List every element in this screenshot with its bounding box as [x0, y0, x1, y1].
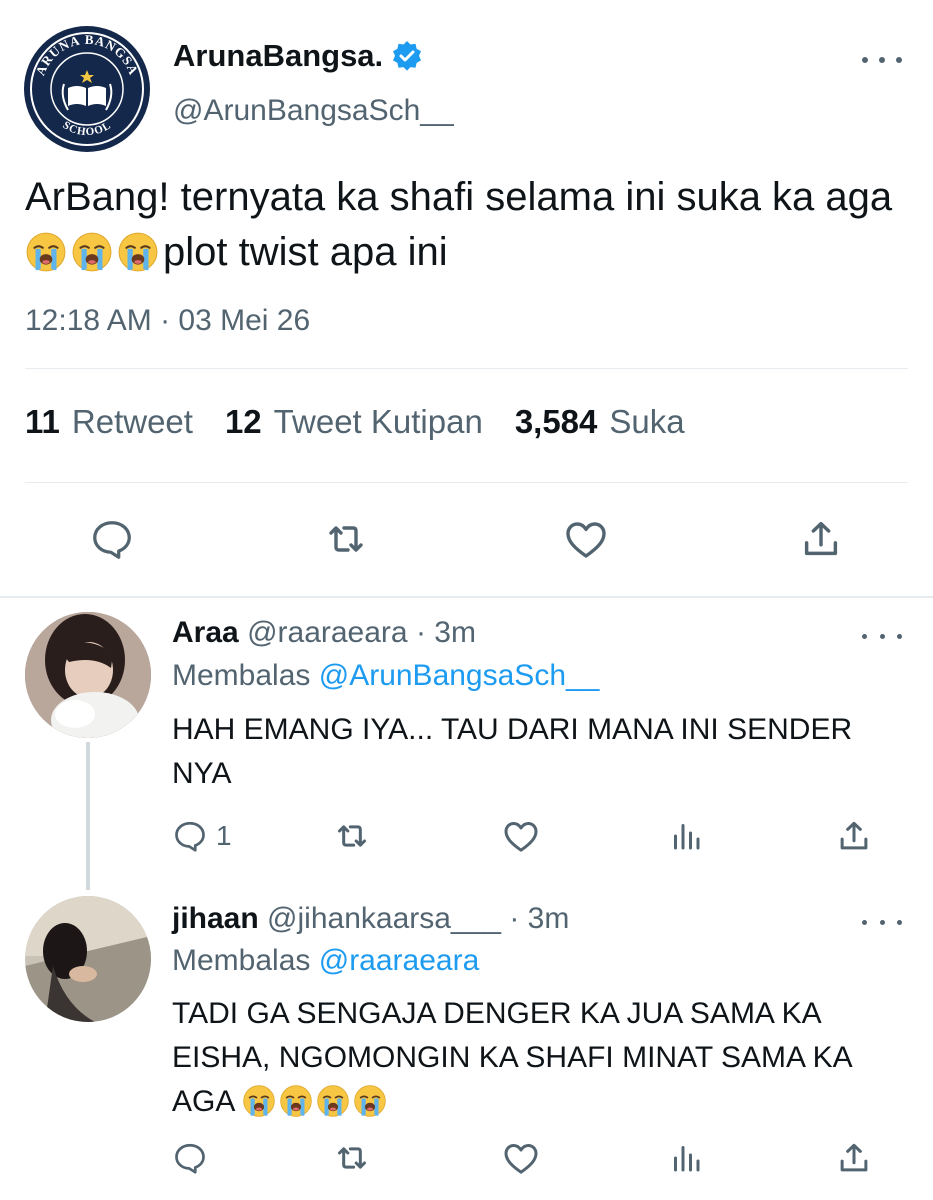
stat-retweets-count: 11 — [25, 403, 60, 440]
verified-badge-icon — [391, 40, 423, 72]
crying-face-emoji — [316, 1084, 350, 1118]
tweet-stats: 11 Retweet 12 Tweet Kutipan 3,584 Suka — [25, 403, 717, 441]
stat-retweets[interactable]: 11 Retweet — [25, 403, 193, 441]
tweet-timestamp[interactable]: 12:18 AM · 03 Mei 26 — [25, 304, 310, 338]
share-icon[interactable] — [796, 514, 846, 564]
crying-face-emoji — [279, 1084, 313, 1118]
reply-author-handle[interactable]: @jihankaarsa___ — [267, 902, 501, 935]
like-icon[interactable] — [501, 1136, 541, 1180]
reply-tweet[interactable]: jihaan @jihankaarsa___ · 3m Membalas @ra… — [0, 888, 933, 1200]
crying-face-emoji — [353, 1084, 387, 1118]
reply-time[interactable]: · 3m — [509, 902, 569, 935]
reply-action-bar — [0, 1136, 933, 1180]
reply-count: 1 — [216, 820, 232, 851]
author-name-row: ArunaBangsa. — [173, 38, 423, 74]
crying-face-emoji — [117, 231, 159, 273]
reply-text-body: HAH EMANG IYA... TAU DARI MANA INI SENDE… — [172, 713, 853, 790]
stat-quote-tweets-count: 12 — [224, 403, 262, 440]
reply-author-name[interactable]: jihaan — [172, 902, 259, 935]
stat-quote-tweets[interactable]: 12 Tweet Kutipan — [225, 403, 483, 441]
reply-tweet[interactable]: Araa @raaraeara · 3m Membalas @ArunBangs… — [0, 598, 933, 890]
school-logo-avatar[interactable]: ARUNA BANGSA SCHOOL — [24, 26, 150, 152]
replying-to: Membalas @raaraeara — [172, 944, 479, 978]
like-icon[interactable] — [561, 514, 611, 564]
author-name[interactable]: ArunaBangsa. — [173, 38, 383, 74]
retweet-icon[interactable] — [332, 814, 372, 858]
analytics-icon[interactable] — [668, 814, 704, 858]
replying-to-mention[interactable]: @raaraeara — [319, 944, 480, 977]
reply-icon[interactable]: 1 — [172, 814, 232, 858]
replying-to-label: Membalas — [172, 659, 311, 692]
stat-likes-label: Suka — [609, 403, 685, 440]
more-options-icon[interactable] — [862, 48, 902, 72]
reply-header: jihaan @jihankaarsa___ · 3m — [172, 902, 569, 936]
reply-action-bar: 1 — [0, 814, 933, 858]
analytics-icon[interactable] — [668, 1136, 704, 1180]
crying-face-emoji — [71, 231, 113, 273]
replying-to-mention[interactable]: @ArunBangsaSch__ — [319, 659, 600, 692]
retweet-icon[interactable] — [321, 514, 371, 564]
tweet-text: ArBang! ternyata ka shafi selama ini suk… — [25, 170, 905, 280]
main-tweet: ARUNA BANGSA SCHOOL ArunaBangsa. @ArunBa… — [0, 0, 933, 600]
stat-retweets-label: Retweet — [71, 403, 193, 440]
avatar[interactable] — [25, 612, 151, 738]
replying-to-label: Membalas — [172, 944, 311, 977]
reply-time[interactable]: · 3m — [416, 616, 476, 649]
reply-author-handle[interactable]: @raaraeara — [247, 616, 408, 649]
reply-author-name[interactable]: Araa — [172, 616, 239, 649]
avatar[interactable] — [25, 896, 151, 1022]
tweet-emojis — [25, 230, 163, 274]
stat-likes-count: 3,584 — [514, 403, 598, 440]
author-handle[interactable]: @ArunBangsaSch__ — [173, 94, 454, 128]
reply-icon[interactable] — [172, 1136, 216, 1180]
tweet-action-bar — [0, 514, 933, 564]
more-options-icon[interactable] — [862, 912, 902, 932]
share-icon[interactable] — [835, 814, 873, 858]
share-icon[interactable] — [835, 1136, 873, 1180]
reply-header: Araa @raaraeara · 3m — [172, 616, 476, 650]
crying-face-emoji — [242, 1084, 276, 1118]
reply-text: TADI GA SENGAJA DENGER KA JUA SAMA KA EI… — [172, 992, 912, 1124]
tweet-text-part1: ArBang! ternyata ka shafi selama ini suk… — [25, 175, 893, 219]
more-options-icon[interactable] — [862, 626, 902, 646]
stat-likes[interactable]: 3,584 Suka — [515, 403, 685, 441]
like-icon[interactable] — [501, 814, 541, 858]
divider — [25, 482, 908, 483]
replying-to: Membalas @ArunBangsaSch__ — [172, 659, 599, 693]
reply-emojis — [242, 1085, 390, 1118]
reply-icon[interactable] — [87, 514, 137, 564]
stat-quote-tweets-label: Tweet Kutipan — [273, 403, 483, 440]
retweet-icon[interactable] — [332, 1136, 372, 1180]
tweet-text-part2: plot twist apa ini — [163, 230, 448, 274]
reply-text: HAH EMANG IYA... TAU DARI MANA INI SENDE… — [172, 708, 912, 796]
crying-face-emoji — [25, 231, 67, 273]
divider — [25, 368, 908, 369]
